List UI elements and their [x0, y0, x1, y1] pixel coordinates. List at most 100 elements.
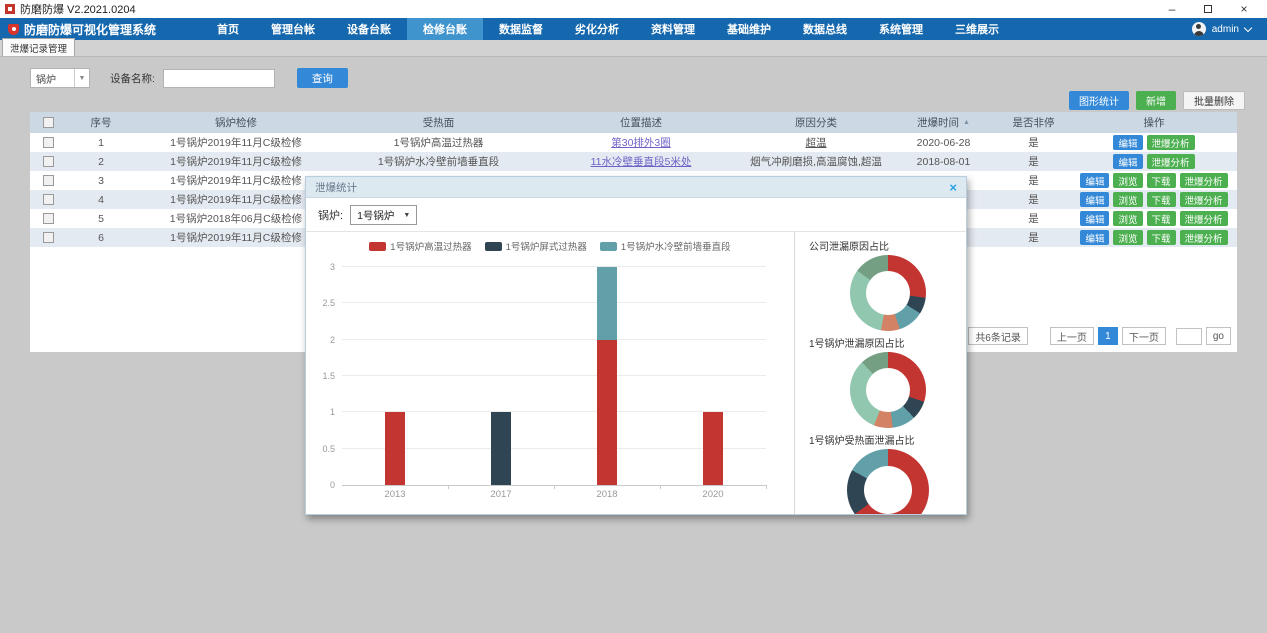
bar-segment[interactable]: [597, 267, 617, 340]
y-axis-tick: 2: [330, 335, 335, 345]
minimize-button[interactable]: –: [1154, 0, 1190, 18]
header-time-sortable[interactable]: 泄爆时间▲: [891, 115, 996, 130]
search-button[interactable]: 查询: [297, 68, 348, 88]
current-page[interactable]: 1: [1098, 327, 1118, 345]
header-num: 序号: [66, 115, 136, 130]
action-button-编辑[interactable]: 编辑: [1080, 173, 1109, 188]
row-checkbox[interactable]: [43, 213, 54, 224]
modal-title: 泄爆统计: [315, 180, 357, 195]
boiler-select[interactable]: 1号锅炉 ▼: [350, 205, 417, 225]
device-name-input[interactable]: [163, 69, 275, 88]
close-button[interactable]: ×: [1226, 0, 1262, 18]
action-button-编辑[interactable]: 编辑: [1113, 154, 1142, 169]
action-button-泄爆分析[interactable]: 泄爆分析: [1180, 173, 1228, 188]
action-button-泄爆分析[interactable]: 泄爆分析: [1180, 230, 1228, 245]
legend-swatch-icon: [369, 242, 386, 251]
chart-stats-button[interactable]: 图形统计: [1069, 91, 1129, 110]
goto-page-button[interactable]: go: [1206, 327, 1231, 345]
user-menu[interactable]: admin: [1192, 18, 1267, 40]
position-link[interactable]: 第30排外3圈: [611, 135, 671, 150]
nav-tab-3[interactable]: 设备台账: [331, 18, 407, 40]
bar-segment[interactable]: [491, 412, 511, 485]
action-button-泄爆分析[interactable]: 泄爆分析: [1180, 192, 1228, 207]
nav-tab-9[interactable]: 数据总线: [787, 18, 863, 40]
legend-item[interactable]: 1号锅炉屏式过热器: [485, 239, 587, 253]
nav-tab-6[interactable]: 劣化分析: [559, 18, 635, 40]
avatar: [1192, 22, 1206, 36]
action-button-浏览[interactable]: 浏览: [1113, 173, 1142, 188]
donut-chart[interactable]: [847, 449, 929, 514]
cell-overhaul: 1号锅炉2019年11月C级检修: [136, 154, 336, 169]
nav-tab-7[interactable]: 资料管理: [635, 18, 711, 40]
device-type-select[interactable]: 锅炉 ▼: [30, 68, 90, 88]
nav-tab-4[interactable]: 检修台账: [407, 18, 483, 40]
dropdown-arrow-icon: ▼: [403, 212, 410, 219]
reason-text: 烟气冲刷磨损,高温腐蚀,超温: [750, 154, 882, 169]
row-checkbox[interactable]: [43, 175, 54, 186]
row-checkbox-cell: [30, 232, 66, 243]
tab-leak-record-management[interactable]: 泄爆记录管理: [2, 38, 75, 56]
legend-item[interactable]: 1号锅炉高温过热器: [369, 239, 471, 253]
bar-segment[interactable]: [385, 412, 405, 485]
row-checkbox[interactable]: [43, 194, 54, 205]
bar-segment[interactable]: [703, 412, 723, 485]
bar-segment[interactable]: [597, 340, 617, 485]
nav-tab-2[interactable]: 管理台帐: [255, 18, 331, 40]
action-button-泄爆分析[interactable]: 泄爆分析: [1180, 211, 1228, 226]
action-button-泄爆分析[interactable]: 泄爆分析: [1147, 135, 1195, 150]
add-button[interactable]: 新增: [1136, 91, 1176, 110]
cell-surface: 1号锅炉高温过热器: [336, 135, 541, 150]
maximize-button[interactable]: [1190, 0, 1226, 18]
action-button-编辑[interactable]: 编辑: [1080, 211, 1109, 226]
action-button-编辑[interactable]: 编辑: [1080, 192, 1109, 207]
action-button-下载[interactable]: 下载: [1147, 192, 1176, 207]
action-button-下载[interactable]: 下载: [1147, 173, 1176, 188]
pie-chart-block: 公司泄漏原因占比: [809, 234, 966, 331]
next-page-button[interactable]: 下一页: [1122, 327, 1166, 345]
gridline: [342, 339, 766, 340]
pie-chart-title: 1号锅炉泄漏原因占比: [809, 335, 966, 350]
window-controls: – ×: [1154, 0, 1262, 18]
cell-actions: 编辑浏览下载泄爆分析: [1071, 173, 1237, 188]
action-button-下载[interactable]: 下载: [1147, 211, 1176, 226]
nav-tab-5[interactable]: 数据监督: [483, 18, 559, 40]
donut-chart[interactable]: [850, 352, 926, 428]
row-checkbox-cell: [30, 137, 66, 148]
action-button-浏览[interactable]: 浏览: [1113, 230, 1142, 245]
donut-chart[interactable]: [850, 255, 926, 331]
select-all-checkbox[interactable]: [43, 117, 54, 128]
position-link[interactable]: 11水冷壁垂直段5米处: [591, 154, 692, 169]
legend-item[interactable]: 1号锅炉水冷壁前墙垂直段: [600, 239, 731, 253]
row-checkbox[interactable]: [43, 232, 54, 243]
boiler-select-value: 1号锅炉: [357, 208, 394, 223]
reason-text[interactable]: 超温: [806, 135, 827, 150]
cell-time: 2018-08-01: [891, 156, 996, 168]
nav-tabs: 首页管理台帐设备台账检修台账数据监督劣化分析资料管理基础维护数据总线系统管理三维…: [201, 18, 1015, 40]
row-checkbox[interactable]: [43, 137, 54, 148]
cell-nonstop: 是: [996, 192, 1071, 207]
header-checkbox-cell: [30, 117, 66, 128]
action-button-编辑[interactable]: 编辑: [1113, 135, 1142, 150]
x-axis-label: 2017: [448, 489, 554, 500]
nav-tab-11[interactable]: 三维展示: [939, 18, 1015, 40]
nav-tab-8[interactable]: 基础维护: [711, 18, 787, 40]
action-button-编辑[interactable]: 编辑: [1080, 230, 1109, 245]
action-button-下载[interactable]: 下载: [1147, 230, 1176, 245]
modal-close-icon[interactable]: ×: [949, 181, 957, 194]
action-button-浏览[interactable]: 浏览: [1113, 192, 1142, 207]
cell-reason: 烟气冲刷磨损,高温腐蚀,超温: [741, 154, 891, 169]
nav-tab-10[interactable]: 系统管理: [863, 18, 939, 40]
row-checkbox[interactable]: [43, 156, 54, 167]
cell-num: 2: [66, 156, 136, 168]
app-icon: [5, 4, 15, 14]
action-button-浏览[interactable]: 浏览: [1113, 211, 1142, 226]
prev-page-button[interactable]: 上一页: [1050, 327, 1094, 345]
goto-page-input[interactable]: [1176, 328, 1202, 345]
nav-tab-1[interactable]: 首页: [201, 18, 255, 40]
toolbar: 图形统计 新增 批量删除: [1069, 91, 1245, 110]
legend-label: 1号锅炉屏式过热器: [506, 239, 587, 253]
action-button-泄爆分析[interactable]: 泄爆分析: [1147, 154, 1195, 169]
x-axis-labels: 2013201720182020: [342, 489, 766, 500]
cell-nonstop: 是: [996, 230, 1071, 245]
batch-delete-button[interactable]: 批量删除: [1183, 91, 1245, 110]
